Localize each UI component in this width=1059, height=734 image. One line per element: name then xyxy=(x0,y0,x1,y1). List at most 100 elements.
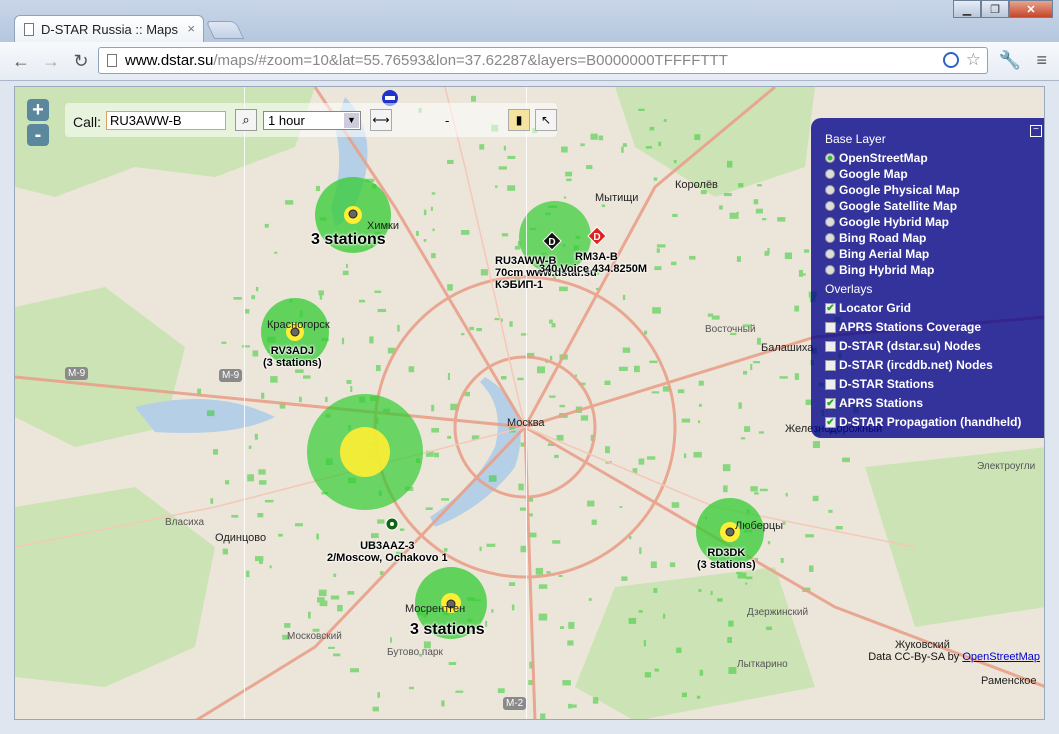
dstar-repeater-icon[interactable]: D xyxy=(587,226,607,246)
checkbox-checked-icon[interactable]: ✔ xyxy=(825,398,836,409)
overlay-label: D-STAR Propagation (handheld) xyxy=(839,415,1022,429)
cluster-label-south[interactable]: 3 stations xyxy=(410,621,485,639)
station-label-ub3aaz[interactable]: UB3AAZ-3 2/Moscow, Ochakovo 1 xyxy=(327,540,448,564)
place-korolev: Королёв xyxy=(675,179,718,191)
search-icon[interactable]: ⌕ xyxy=(235,109,257,131)
base-layer-label: Bing Aerial Map xyxy=(839,247,930,261)
checkbox-icon[interactable] xyxy=(825,379,836,390)
place-balashikha: Балашиха xyxy=(761,342,814,354)
layer-switcher: − Base Layer OpenStreetMap Google Map Goog… xyxy=(811,118,1044,438)
base-layer-option[interactable]: Bing Road Map xyxy=(825,230,926,246)
zoom-out-button[interactable]: - xyxy=(27,124,49,146)
station-label-rd3dk[interactable]: RD3DK (3 stations) xyxy=(697,547,756,571)
wrench-icon[interactable]: 🔧 xyxy=(999,50,1021,71)
place-lyubertsy: Люберцы xyxy=(735,520,784,532)
place-dzerzhinsky: Дзержинский xyxy=(747,607,809,618)
base-layer-label: Google Satellite Map xyxy=(839,199,958,213)
radio-icon[interactable] xyxy=(825,249,835,259)
base-layer-option[interactable]: Google Map xyxy=(825,166,908,182)
base-layer-option[interactable]: Google Hybrid Map xyxy=(825,214,950,230)
overlay-option[interactable]: D-STAR (dstar.su) Nodes xyxy=(825,338,981,354)
base-layer-label: Google Physical Map xyxy=(839,183,960,197)
place-zhukovsky: Жуковский xyxy=(895,639,950,651)
road-shield: M-2 xyxy=(503,697,527,710)
menu-icon[interactable]: ≡ xyxy=(1036,50,1047,71)
overlay-label: APRS Stations Coverage xyxy=(839,320,982,334)
address-bar[interactable]: www.dstar.su/maps/#zoom=10&lat=55.76593&… xyxy=(98,47,988,74)
checkbox-icon[interactable] xyxy=(825,341,836,352)
reload-button[interactable]: ↻ xyxy=(70,50,92,72)
extension-target-icon[interactable] xyxy=(943,52,959,68)
station-label-rm3a[interactable]: RM3A-B 340 Voice 434.8250M xyxy=(539,251,647,275)
browser-tab-active[interactable]: D-STAR Russia :: Maps × xyxy=(14,15,204,43)
base-layer-option[interactable]: OpenStreetMap xyxy=(825,150,928,166)
overlays-header: Overlays xyxy=(825,282,873,296)
map-viewport[interactable]: Химки Красногорск Москва Мытищи Королёв … xyxy=(14,86,1045,720)
chevron-down-icon: ▼ xyxy=(344,113,359,128)
bookmark-star-icon[interactable]: ☆ xyxy=(966,50,981,70)
overlay-label: APRS Stations xyxy=(839,396,924,410)
overlay-option[interactable]: APRS Stations Coverage xyxy=(825,319,982,335)
checkbox-icon[interactable] xyxy=(825,322,836,333)
overlay-option[interactable]: D-STAR Stations xyxy=(825,376,935,392)
radio-icon[interactable] xyxy=(825,153,835,163)
new-tab-button[interactable] xyxy=(205,21,245,39)
aprs-station-icon[interactable] xyxy=(385,517,399,531)
overlay-option[interactable]: ✔ APRS Stations xyxy=(825,395,924,411)
station-call: RM3A-B xyxy=(575,251,618,263)
period-select[interactable]: 1 hour ▼ xyxy=(263,111,361,130)
station-call: RV3ADJ xyxy=(270,345,314,357)
radio-icon[interactable] xyxy=(825,201,835,211)
radio-icon[interactable] xyxy=(825,169,835,179)
address-url[interactable]: www.dstar.su/maps/#zoom=10&lat=55.76593&… xyxy=(125,52,728,69)
station-count: (3 stations) xyxy=(263,357,322,369)
browser-window: D-STAR Russia :: Maps × ▁ ❐ ✕ ← → ↻ www.… xyxy=(0,0,1059,734)
minimize-icon[interactable]: − xyxy=(1030,125,1042,137)
overlay-label: D-STAR Stations xyxy=(839,377,935,391)
checkbox-checked-icon[interactable]: ✔ xyxy=(825,417,836,428)
station-label-rv3adj[interactable]: RV3ADJ (3 stations) xyxy=(263,345,322,369)
pointer-icon[interactable]: ↖ xyxy=(535,109,557,131)
dstar-node-icon[interactable]: D xyxy=(542,231,562,251)
base-layer-label: Google Hybrid Map xyxy=(839,215,950,229)
window-controls: ▁ ❐ ✕ xyxy=(953,0,1053,18)
place-butovo: Бутово парк xyxy=(387,647,443,658)
tab-title: D-STAR Russia :: Maps xyxy=(41,22,179,37)
base-layer-header: Base Layer xyxy=(825,132,886,146)
road-shield: M-9 xyxy=(65,367,89,380)
attribution-link[interactable]: OpenStreetMap xyxy=(962,651,1040,663)
place-moskva: Москва xyxy=(507,417,545,429)
place-odintsovo: Одинцово xyxy=(215,532,267,544)
base-layer-option[interactable]: Bing Aerial Map xyxy=(825,246,930,262)
back-button[interactable]: ← xyxy=(10,50,32,72)
zoom-in-button[interactable]: + xyxy=(27,99,49,121)
measure-distance-icon[interactable]: ⟷ xyxy=(370,109,392,131)
close-button[interactable]: ✕ xyxy=(1009,0,1053,18)
tab-close-icon[interactable]: × xyxy=(187,21,195,36)
url-path: /maps/#zoom=10&lat=55.76593&lon=37.62287… xyxy=(213,52,728,69)
radio-icon[interactable] xyxy=(825,185,835,195)
browser-toolbar: ← → ↻ www.dstar.su/maps/#zoom=10&lat=55.… xyxy=(0,42,1059,81)
call-input[interactable] xyxy=(106,111,226,130)
checkbox-icon[interactable] xyxy=(825,360,836,371)
ruler-icon[interactable]: ▮ xyxy=(508,109,530,131)
checkbox-checked-icon[interactable]: ✔ xyxy=(825,303,836,314)
station-call: RD3DK xyxy=(707,547,746,559)
base-layer-option[interactable]: Google Physical Map xyxy=(825,182,960,198)
minimize-button[interactable]: ▁ xyxy=(953,0,981,18)
base-layer-option[interactable]: Bing Hybrid Map xyxy=(825,262,934,278)
radio-icon[interactable] xyxy=(825,217,835,227)
overlay-option[interactable]: ✔ D-STAR Propagation (handheld) xyxy=(825,414,1022,430)
overlay-option[interactable]: ✔ Locator Grid xyxy=(825,300,911,316)
place-vlasikha: Власиха xyxy=(165,517,205,528)
radio-icon[interactable] xyxy=(825,265,835,275)
base-layer-option[interactable]: Google Satellite Map xyxy=(825,198,958,214)
maximize-button[interactable]: ❐ xyxy=(981,0,1009,18)
radio-icon[interactable] xyxy=(825,233,835,243)
place-krasnogorsk: Красногорск xyxy=(267,319,330,331)
overlay-option[interactable]: D-STAR (ircddb.net) Nodes xyxy=(825,357,993,373)
forward-button[interactable]: → xyxy=(40,50,62,72)
page-icon xyxy=(24,23,34,36)
station-desc: 2/Moscow, Ochakovo 1 xyxy=(327,552,448,564)
cluster-label-himki[interactable]: 3 stations xyxy=(311,231,386,249)
